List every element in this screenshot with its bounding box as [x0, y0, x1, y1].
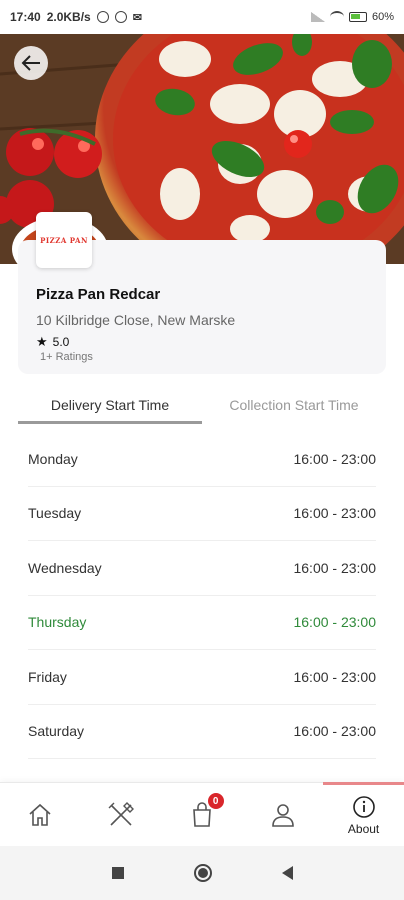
cart-badge: 0: [207, 793, 224, 809]
user-icon: [271, 804, 294, 827]
home-icon: [29, 803, 51, 826]
opening-hours-list: Monday 16:00 - 23:00 Tuesday 16:00 - 23:…: [28, 432, 376, 759]
day-label: Wednesday: [28, 559, 102, 576]
status-left: 17:40 2.0KB/s ✉: [10, 10, 142, 24]
status-bar: 17:40 2.0KB/s ✉ 60%: [0, 0, 404, 34]
star-icon: ★: [36, 334, 48, 349]
notification-icon: [96, 11, 109, 23]
tab-delivery-start-time[interactable]: Delivery Start Time: [18, 388, 202, 424]
hours-row-wednesday: Wednesday 16:00 - 23:00: [28, 541, 376, 596]
wifi-icon: [329, 11, 344, 23]
rating-value: 5.0: [52, 335, 70, 349]
mail-icon: ✉: [132, 11, 142, 24]
info-icon: [352, 795, 375, 818]
day-label: Friday: [28, 668, 67, 685]
arrow-left-icon: [21, 55, 40, 71]
battery-level: 60%: [371, 11, 394, 23]
status-time: 17:40: [10, 10, 41, 24]
nav-account[interactable]: [242, 783, 323, 847]
time-range: 16:00 - 23:00: [293, 614, 376, 631]
day-label: Tuesday: [28, 505, 82, 522]
signal-icon: [310, 12, 325, 22]
system-navigation-bar: [0, 846, 404, 900]
time-range: 16:00 - 23:00: [293, 450, 376, 467]
battery-icon: [348, 12, 367, 22]
back-button[interactable]: [14, 46, 48, 80]
notification-icon: [114, 11, 127, 23]
time-tabs: Delivery Start Time Collection Start Tim…: [18, 388, 386, 424]
rating-row: ★ 5.0: [36, 334, 69, 350]
hours-row-monday: Monday 16:00 - 23:00: [28, 432, 376, 487]
back-triangle-icon[interactable]: [281, 866, 293, 880]
nav-menu[interactable]: [81, 783, 162, 847]
home-button-icon[interactable]: [193, 864, 212, 882]
restaurant-name: Pizza Pan Redcar: [36, 286, 161, 303]
nav-about[interactable]: About: [323, 782, 404, 847]
hours-row-saturday: Saturday 16:00 - 23:00: [28, 705, 376, 759]
nav-cart[interactable]: 0: [162, 783, 243, 847]
restaurant-address: 10 Kilbridge Close, New Marske: [36, 312, 236, 328]
restaurant-info-card: PIZZA PAN Pizza Pan Redcar 10 Kilbridge …: [18, 212, 386, 374]
time-range: 16:00 - 23:00: [293, 668, 376, 685]
hours-row-friday: Friday 16:00 - 23:00: [28, 650, 376, 705]
network-speed: 2.0KB/s: [46, 10, 91, 24]
day-label: Thursday: [28, 614, 87, 631]
nav-about-label: About: [347, 821, 380, 836]
restaurant-logo: PIZZA PAN: [36, 212, 92, 268]
hours-row-thursday: Thursday 16:00 - 23:00: [28, 596, 376, 650]
tab-collection-start-time[interactable]: Collection Start Time: [202, 388, 386, 424]
logo-text: PIZZA PAN: [40, 235, 88, 245]
time-range: 16:00 - 23:00: [293, 723, 376, 740]
day-label: Saturday: [28, 723, 85, 740]
fork-knife-icon: [108, 802, 135, 826]
bottom-navigation: 0 About: [0, 782, 404, 847]
day-label: Monday: [28, 450, 78, 467]
hours-row-tuesday: Tuesday 16:00 - 23:00: [28, 487, 376, 541]
nav-home[interactable]: [0, 783, 81, 847]
recents-icon[interactable]: [111, 867, 124, 879]
time-range: 16:00 - 23:00: [293, 505, 376, 522]
time-range: 16:00 - 23:00: [293, 559, 376, 576]
ratings-count: 1+ Ratings: [40, 351, 93, 363]
status-right: 60%: [310, 11, 394, 23]
